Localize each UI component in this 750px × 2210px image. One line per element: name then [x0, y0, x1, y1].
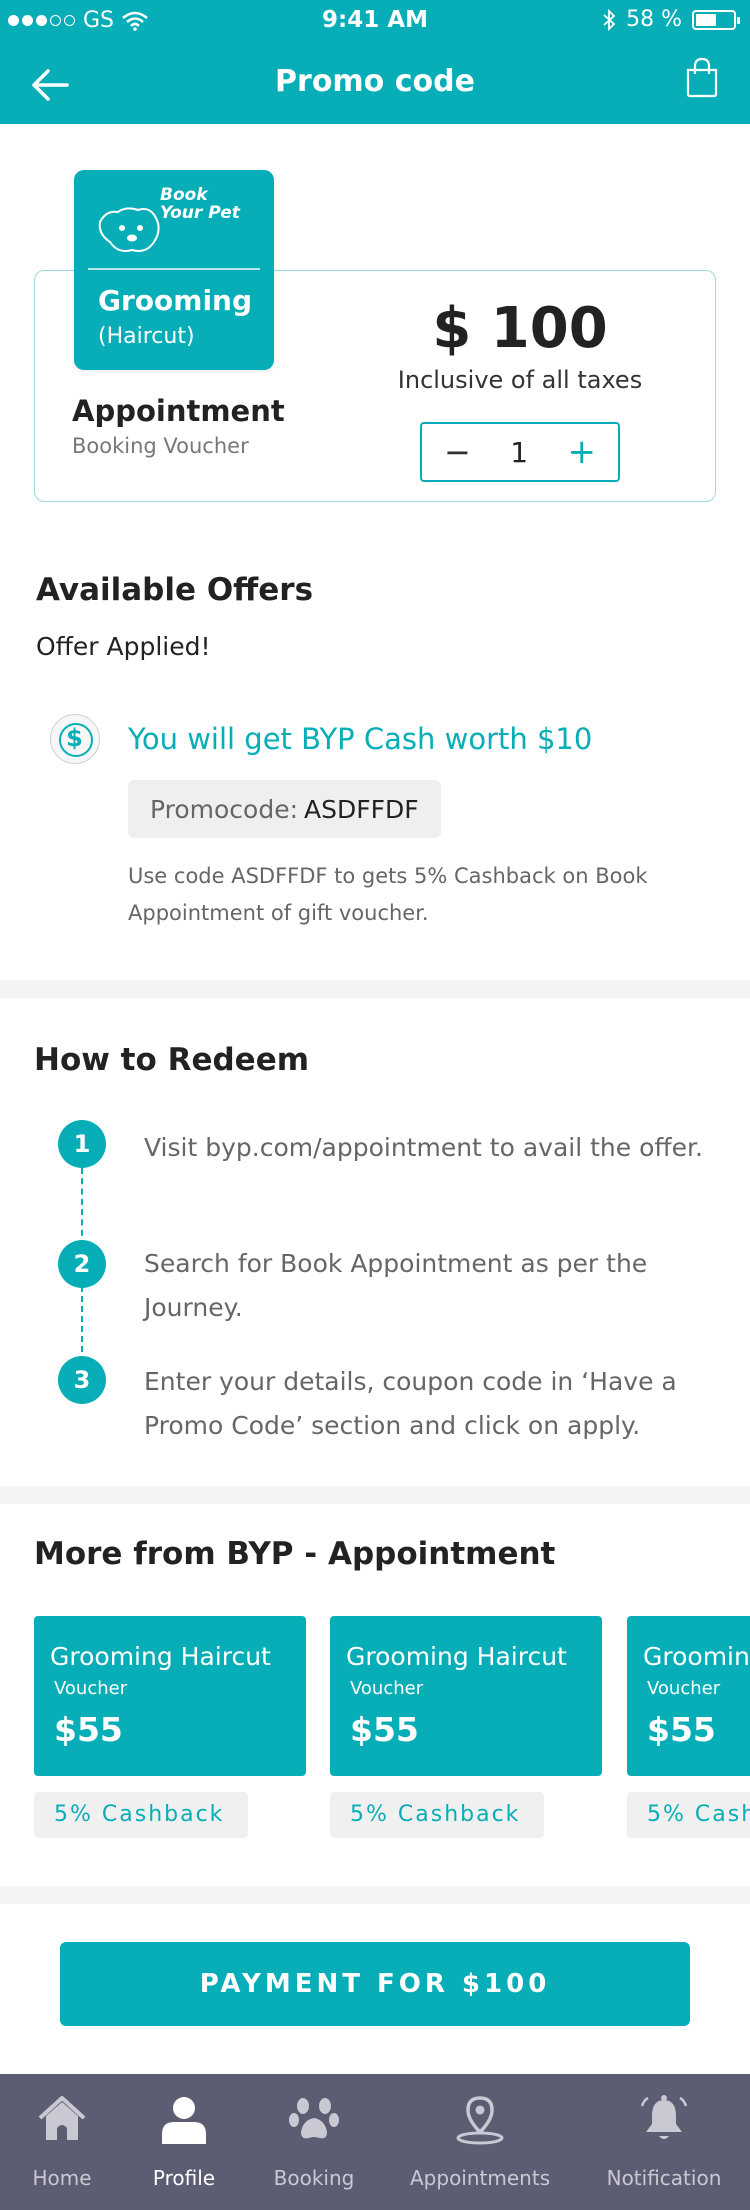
nav-item-notification[interactable]: Notification	[604, 2074, 724, 2210]
cashback-badge: 5% Cashback	[627, 1792, 750, 1838]
nav-label: Home	[32, 2166, 92, 2190]
voucher-card-title: Grooming Haircut	[50, 1642, 271, 1671]
voucher-card-title: Grooming Haircut	[346, 1642, 567, 1671]
voucher-card[interactable]: Grooming Haircut Voucher $55	[34, 1616, 306, 1776]
nav-item-appointments[interactable]: Appointments	[410, 2074, 550, 2210]
product-name: Appointment	[72, 394, 285, 428]
battery-icon	[692, 9, 740, 30]
status-bar: GS 9:41 AM 58 %	[0, 0, 750, 42]
nav-label: Notification	[606, 2166, 722, 2190]
section-divider	[0, 980, 750, 998]
step-number: 2	[58, 1240, 106, 1288]
battery-info: 58 %	[602, 7, 740, 32]
increase-button[interactable]: +	[567, 432, 596, 472]
cashback-badge: 5% Cashback	[330, 1792, 544, 1838]
bottom-nav: Home Profile Booking Appointments Notifi…	[0, 2074, 750, 2210]
location-pin-icon	[456, 2096, 504, 2145]
voucher-card-title: Grooming Haircut	[643, 1642, 750, 1671]
step-number: 1	[58, 1120, 106, 1168]
voucher-card-label: Voucher	[54, 1678, 128, 1699]
promocode-label: Promocode:	[150, 794, 299, 824]
step-text: Visit byp.com/appointment to avail the o…	[144, 1133, 703, 1162]
step-text: Search for Book Appointment as per the J…	[144, 1249, 648, 1322]
brand-name: Book Your Pet	[160, 185, 240, 223]
section-divider	[0, 1886, 750, 1904]
bluetooth-icon	[603, 8, 616, 31]
step-connector	[81, 1286, 83, 1362]
product-price: $ 100	[432, 296, 608, 361]
nav-label: Appointments	[410, 2166, 551, 2190]
price-note: Inclusive of all taxes	[397, 366, 643, 394]
voucher-image: Book Your Pet Grooming (Haircut)	[74, 170, 274, 370]
shopping-bag-icon[interactable]	[684, 56, 720, 98]
voucher-card-price: $55	[54, 1710, 123, 1749]
nav-label: Profile	[152, 2166, 216, 2190]
voucher-card-label: Voucher	[647, 1678, 721, 1699]
bell-icon	[640, 2095, 688, 2139]
quantity-value: 1	[510, 435, 529, 469]
payment-button[interactable]: PAYMENT FOR $100	[60, 1942, 690, 2026]
offers-heading: Available Offers	[36, 572, 314, 608]
top-bar: GS 9:41 AM 58 % Promo code	[0, 0, 750, 124]
voucher-card[interactable]: Grooming Haircut Voucher $55	[627, 1616, 750, 1776]
promocode-value: ASDFFDF	[304, 794, 419, 824]
step-connector	[81, 1168, 83, 1246]
offer-description: Use code ASDFFDF to gets 5% Cashback on …	[128, 864, 648, 925]
profile-icon	[162, 2097, 206, 2144]
cash-icon: $	[50, 714, 100, 764]
cashback-badge: 5% Cashback	[34, 1792, 248, 1838]
section-divider	[0, 1486, 750, 1504]
offer-title: You will get BYP Cash worth $10	[128, 722, 593, 756]
service-subtype: (Haircut)	[98, 324, 195, 349]
step-text: Enter your details, coupon code in ‘Have…	[144, 1367, 677, 1440]
voucher-card[interactable]: Grooming Haircut Voucher $55	[330, 1616, 602, 1776]
promocode-chip[interactable]: Promocode: ASDFFDF	[128, 780, 441, 838]
voucher-card-label: Voucher	[350, 1678, 424, 1699]
quantity-stepper: − 1 +	[420, 422, 620, 482]
more-heading: More from BYP - Appointment	[34, 1536, 556, 1572]
nav-item-profile[interactable]: Profile	[134, 2074, 234, 2210]
nav-item-booking[interactable]: Booking	[264, 2074, 364, 2210]
battery-percent: 58 %	[626, 7, 682, 32]
step-number: 3	[58, 1356, 106, 1404]
nav-item-home[interactable]: Home	[12, 2074, 112, 2210]
nav-label: Booking	[273, 2166, 355, 2190]
voucher-card-price: $55	[350, 1710, 419, 1749]
redeem-heading: How to Redeem	[34, 1042, 310, 1078]
service-name: Grooming	[98, 284, 253, 317]
decrease-button[interactable]: −	[444, 433, 471, 471]
page-title: Promo code	[275, 64, 475, 99]
voucher-card-price: $55	[647, 1710, 716, 1749]
home-icon	[38, 2096, 86, 2140]
offer-applied-text: Offer Applied!	[36, 632, 211, 661]
product-type: Booking Voucher	[72, 434, 249, 458]
paw-icon	[289, 2098, 339, 2139]
